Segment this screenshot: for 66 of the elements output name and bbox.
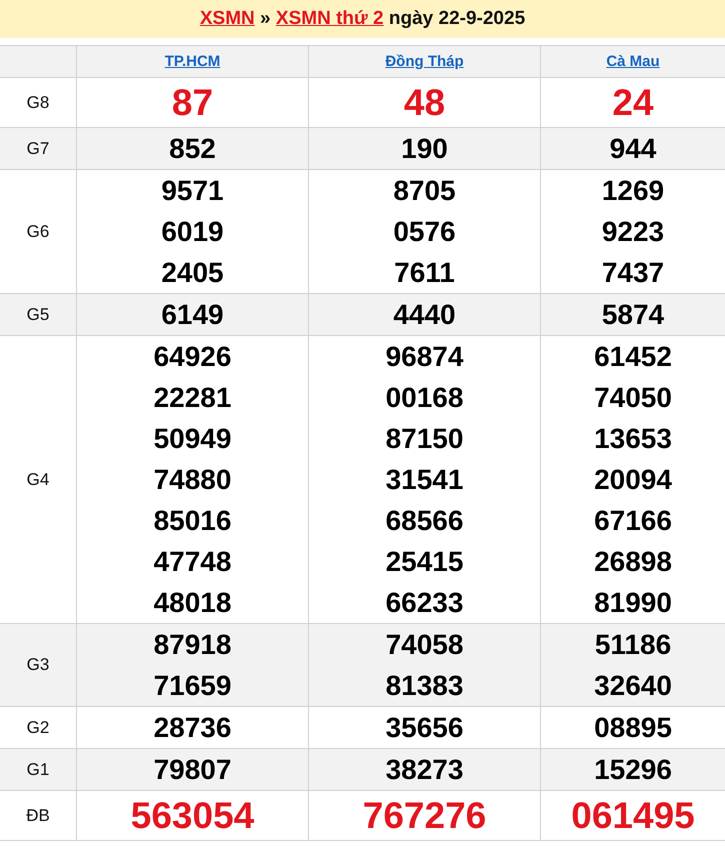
lottery-number: 87150 (384, 422, 464, 456)
province-link[interactable]: Đồng Tháp (385, 52, 464, 70)
prize-label: G3 (0, 624, 76, 706)
lottery-number: 24 (611, 81, 655, 125)
lottery-number: 767276 (362, 794, 488, 838)
province-link[interactable]: Cà Mau (606, 52, 660, 70)
lottery-number: 00168 (384, 381, 464, 415)
lottery-number: 71659 (152, 669, 232, 703)
lottery-number: 28736 (152, 711, 232, 745)
page-title: XSMN » XSMN thứ 2 ngày 22-9-2025 (200, 8, 526, 30)
lottery-number: 6149 (160, 298, 225, 332)
lottery-number: 38273 (384, 753, 464, 787)
lottery-number: 61452 (593, 340, 673, 374)
lottery-number: 31541 (384, 463, 464, 497)
lottery-number: 74880 (152, 463, 232, 497)
lottery-number: 81990 (593, 586, 673, 620)
breadcrumb-link[interactable]: XSMN thứ 2 (276, 8, 384, 29)
lottery-number: 0576 (392, 215, 457, 249)
lottery-number: 7437 (600, 256, 666, 290)
lottery-number: 87918 (152, 628, 232, 662)
lottery-number: 67166 (593, 504, 673, 538)
lottery-number: 35656 (384, 711, 464, 745)
lottery-number: 852 (168, 132, 217, 166)
lottery-number: 9571 (160, 174, 225, 208)
lottery-number: 51186 (594, 628, 672, 662)
lottery-number: 4440 (392, 298, 457, 332)
lottery-number: 20094 (593, 463, 673, 497)
lottery-number: 50949 (152, 422, 232, 456)
lottery-number: 25415 (384, 545, 464, 579)
lottery-number: 5874 (600, 298, 666, 332)
lottery-number: 15296 (593, 753, 673, 787)
lottery-number: 64926 (152, 340, 232, 374)
lottery-number: 66233 (384, 586, 464, 620)
lottery-number: 190 (400, 132, 449, 166)
lottery-number: 8705 (392, 174, 457, 208)
prize-label: G5 (0, 294, 76, 336)
lottery-number: 68566 (384, 504, 464, 538)
lottery-number: 061495 (570, 794, 696, 838)
lottery-number: 1269 (600, 174, 666, 208)
lottery-number: 563054 (130, 794, 256, 838)
lottery-number: 81383 (384, 669, 464, 703)
lottery-number: 74058 (384, 628, 464, 662)
lottery-number: 48018 (152, 586, 232, 620)
lottery-number: 7611 (393, 256, 456, 290)
lottery-number: 96874 (384, 340, 464, 374)
lottery-number: 48 (402, 81, 446, 125)
lottery-number: 9223 (600, 215, 666, 249)
lottery-number: 08895 (593, 711, 673, 745)
lottery-number: 87 (170, 81, 214, 125)
prize-label: G4 (0, 336, 76, 624)
lottery-number: 85016 (152, 504, 232, 538)
province-link[interactable]: TP.HCM (164, 52, 220, 70)
lottery-number: 22281 (152, 381, 232, 415)
lottery-number: 79807 (152, 753, 232, 787)
lottery-number: 74050 (593, 381, 673, 415)
prize-label: ĐB (0, 790, 76, 840)
lottery-number: 26898 (593, 545, 673, 579)
lottery-number: 32640 (593, 669, 673, 703)
lottery-number: 2405 (160, 256, 225, 290)
lottery-number: 944 (608, 132, 658, 166)
lottery-number: 6019 (160, 215, 225, 249)
lottery-number: 13653 (593, 422, 673, 456)
prize-label: G7 (0, 128, 76, 170)
lottery-number: 47748 (152, 545, 232, 579)
breadcrumb-link[interactable]: XSMN (200, 8, 255, 29)
prize-label: G1 (0, 748, 76, 790)
